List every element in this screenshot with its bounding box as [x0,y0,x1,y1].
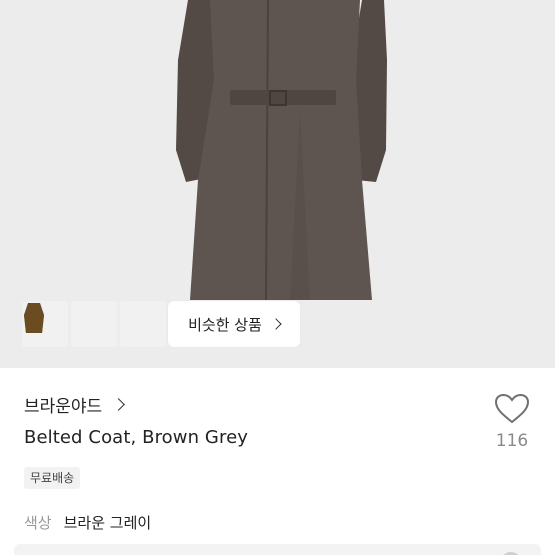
option-value: 브라운 그레이 [63,514,152,532]
product-image[interactable]: 비슷한 상품 [0,0,555,368]
similar-products-button[interactable]: 비슷한 상품 [168,301,300,347]
free-shipping-badge: 무료배송 [24,467,81,489]
option-row: 색상 브라운 그레이 [24,512,151,533]
similar-products-label: 비슷한 상품 [188,315,262,334]
thumbnail-2[interactable] [25,301,117,347]
chevron-right-icon [112,398,126,411]
like-button[interactable]: 116 [490,393,534,451]
option-label: 색상 [24,514,52,532]
coat-body [190,0,372,300]
thumbnail-3[interactable] [24,301,166,347]
product-title: Belted Coat, Brown Grey [24,427,249,448]
like-count: 116 [495,431,529,451]
thumbnail-strip [22,301,166,347]
chevron-right-icon [270,318,282,330]
bottom-bar [14,544,541,555]
coat-brown-thumb-icon [24,303,44,333]
heart-icon [494,393,530,424]
coat-belt [230,90,336,105]
brand-name: 브라운야드 [24,397,103,417]
brand-link[interactable]: 브라운야드 [24,392,126,417]
